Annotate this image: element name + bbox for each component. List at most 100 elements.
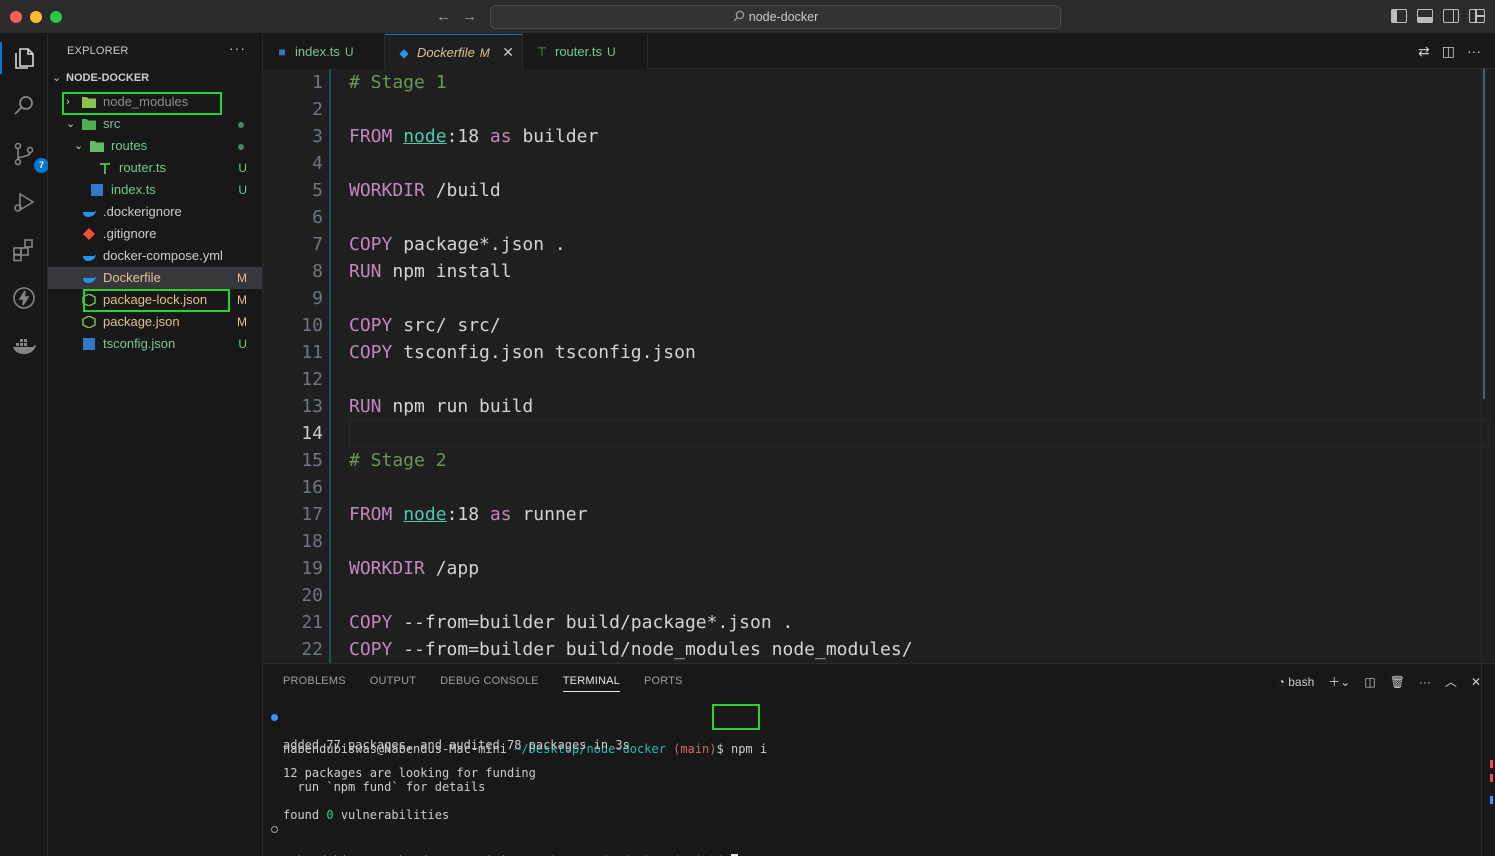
run-debug-icon[interactable] [10, 188, 38, 216]
bottom-panel: PROBLEMS OUTPUT DEBUG CONSOLE TERMINAL P… [263, 663, 1495, 856]
tab-output[interactable]: OUTPUT [370, 675, 416, 692]
maximize-panel-icon[interactable]: ︿ [1445, 673, 1457, 690]
compare-changes-icon[interactable]: ⇄ [1418, 43, 1430, 60]
line-number: 22 [301, 639, 323, 660]
source-control-icon[interactable]: 7 [10, 140, 49, 173]
tree-item-gitignore[interactable]: .gitignore [48, 223, 262, 245]
typescript-icon: ■ [278, 45, 286, 59]
minimize-window-button[interactable] [30, 11, 42, 23]
code-line: COPY --from=builder build/package*.json … [349, 612, 794, 633]
router-icon: ⊤ [536, 45, 548, 59]
tree-item-label: node_modules [103, 94, 189, 109]
command-center-search[interactable]: node-docker [490, 5, 1061, 29]
shell-name: bash [1288, 674, 1315, 689]
forward-arrow-icon[interactable]: → [462, 8, 477, 25]
tab-status: M [479, 46, 490, 60]
explorer-files-icon[interactable] [10, 44, 38, 72]
code-line: # Stage 1 [349, 72, 447, 93]
explorer-more-icon[interactable]: ··· [229, 40, 246, 56]
code-editor[interactable]: 1 # Stage 1 2 3 FROM node:18 as builder 4 … [263, 69, 1495, 663]
tab-status: U [606, 45, 616, 59]
close-tab-icon[interactable]: ✕ [502, 35, 514, 70]
tab-status: U [344, 45, 354, 59]
customize-layout-icon[interactable] [1469, 9, 1485, 23]
tree-item-index-ts[interactable]: index.ts U [48, 179, 262, 201]
docker-file-icon [83, 277, 96, 283]
split-terminal-icon[interactable]: ◫ [1364, 675, 1375, 689]
modified-dot [238, 122, 244, 128]
terminal-scrollbar[interactable] [1481, 664, 1495, 856]
maximize-window-button[interactable] [50, 11, 62, 23]
tab-terminal[interactable]: TERMINAL [562, 675, 620, 692]
line-number: 4 [312, 153, 323, 174]
close-window-button[interactable] [10, 11, 22, 23]
tree-item-label: Dockerfile [103, 270, 161, 285]
tree-item-package-lock[interactable]: package-lock.json M [48, 289, 262, 311]
tab-problems[interactable]: PROBLEMS [283, 675, 346, 692]
tree-item-node-modules[interactable]: › node_modules [48, 91, 262, 113]
git-status: M [237, 293, 247, 307]
src-folder-icon [82, 119, 96, 130]
code-line: COPY tsconfig.json tsconfig.json [349, 342, 696, 363]
docker-icon: ◆ [399, 46, 409, 60]
terminal-output-line: added 77 packages, and audited 78 packag… [283, 738, 630, 752]
more-actions-icon[interactable]: ··· [1419, 675, 1431, 689]
search-icon[interactable] [10, 92, 38, 120]
tab-router-ts[interactable]: ⊤ router.ts U [523, 34, 648, 69]
explorer-root-folder[interactable]: ⌄ NODE-DOCKER [52, 71, 149, 84]
close-panel-icon[interactable]: ✕ [1471, 675, 1481, 689]
kill-terminal-icon[interactable]: 🗑 [1390, 675, 1405, 689]
thunder-client-icon[interactable] [10, 284, 38, 312]
docker-file-icon [83, 255, 96, 261]
node-folder-icon [82, 97, 96, 108]
toggle-secondary-sidebar-icon[interactable] [1443, 9, 1459, 23]
tree-item-package-json[interactable]: package.json M [48, 311, 262, 333]
split-editor-icon[interactable]: ◫ [1442, 43, 1455, 60]
line-number: 1 [312, 72, 323, 93]
chevron-down-icon: ⌄ [66, 118, 76, 130]
tab-label: router.ts [555, 44, 602, 59]
line-number: 13 [301, 396, 323, 417]
terminal-shell-selector[interactable]: ◔ bash [1278, 675, 1315, 689]
tree-item-label: docker-compose.yml [103, 248, 223, 263]
routes-folder-icon [90, 141, 104, 152]
activity-bar: 7 [0, 34, 49, 856]
line-number: 10 [301, 315, 323, 336]
chevron-down-icon: ⌄ [74, 140, 84, 152]
line-number: 15 [301, 450, 323, 471]
editor-tab-bar: ■ index.ts U ◆ Dockerfile M ✕ ⊤ router.ts U ⇄ … [263, 34, 1495, 69]
npm-file-icon [82, 294, 96, 306]
line-number: 8 [312, 261, 323, 282]
npm-file-icon [82, 316, 96, 328]
new-terminal-icon[interactable]: ＋⌄ [1328, 673, 1350, 690]
command-center-label: node-docker [748, 10, 819, 24]
tree-item-label: routes [111, 138, 148, 153]
tree-item-src[interactable]: ⌄ src [48, 113, 262, 135]
toggle-panel-icon[interactable] [1417, 9, 1433, 23]
extensions-icon[interactable] [10, 236, 38, 264]
chevron-down-icon: ⌄ [52, 72, 62, 84]
tree-item-tsconfig[interactable]: tsconfig.json U [48, 333, 262, 355]
tree-item-docker-compose[interactable]: docker-compose.yml [48, 245, 262, 267]
tree-item-router-ts[interactable]: router.ts U [48, 157, 262, 179]
search-icon [733, 10, 744, 22]
tree-item-dockerignore[interactable]: .dockerignore [48, 201, 262, 223]
tab-debug-console[interactable]: DEBUG CONSOLE [440, 675, 539, 692]
tab-ports[interactable]: PORTS [644, 675, 683, 692]
line-number: 19 [301, 558, 323, 579]
router-file-icon [100, 163, 110, 174]
current-line-highlight [349, 420, 1489, 447]
toggle-primary-sidebar-icon[interactable] [1391, 9, 1407, 23]
git-file-icon [83, 228, 95, 240]
docker-icon[interactable] [10, 332, 38, 360]
back-arrow-icon[interactable]: ← [436, 8, 451, 25]
gutter-change-indicator [329, 69, 331, 663]
tab-dockerfile[interactable]: ◆ Dockerfile M ✕ [385, 34, 523, 69]
more-actions-icon[interactable]: ··· [1467, 43, 1481, 60]
tab-index-ts[interactable]: ■ index.ts U [263, 34, 385, 69]
tree-item-dockerfile[interactable]: Dockerfile M [48, 267, 262, 289]
title-bar: ← → node-docker [0, 0, 1495, 34]
chevron-right-icon: › [66, 96, 70, 108]
tree-item-routes[interactable]: ⌄ routes [48, 135, 262, 157]
tsconfig-file-icon [83, 338, 95, 350]
